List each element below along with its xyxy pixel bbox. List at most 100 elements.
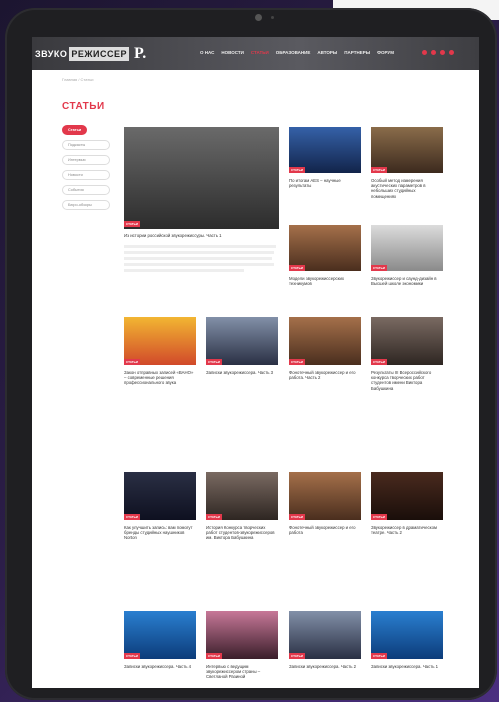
- article-title[interactable]: Фонотечный звукорежиссер и его работа: [289, 525, 359, 535]
- article-excerpt-line: [124, 245, 276, 248]
- article-thumbnail[interactable]: [206, 611, 278, 659]
- article-title[interactable]: Фонотечный звукорежиссер и его работа. Ч…: [289, 370, 359, 380]
- article-title[interactable]: Записки звукорежиссера. Часть 4: [124, 664, 194, 669]
- article-title[interactable]: Закон отправных записей «ВАНО» – совреме…: [124, 370, 194, 386]
- article-tag: СТАТЬИ: [124, 514, 140, 520]
- article-excerpt-line: [124, 257, 272, 260]
- breadcrumb[interactable]: Главная / Статьи: [62, 77, 94, 82]
- nav-forum[interactable]: ФОРУМ: [377, 50, 394, 55]
- article-card[interactable]: СТАТЬИ Звукорежиссер и саунд-дизайн в Вы…: [371, 225, 443, 305]
- search-icon[interactable]: [449, 50, 454, 55]
- featured-article-card[interactable]: СТАТЬИ Из истории российской звукорежисс…: [124, 127, 279, 287]
- article-thumbnail[interactable]: [289, 472, 361, 520]
- website-screen: ЗВУКО РЕЖИССЕР P. О НАС НОВОСТИ СТАТЬИ ОБ…: [32, 37, 479, 688]
- article-tag: СТАТЬИ: [371, 359, 387, 365]
- article-title[interactable]: Записки звукорежиссера. Часть 1: [371, 664, 441, 669]
- article-tag: СТАТЬИ: [206, 514, 222, 520]
- article-card[interactable]: СТАТЬИ Закон отправных записей «ВАНО» – …: [124, 317, 196, 457]
- article-tag: СТАТЬИ: [289, 359, 305, 365]
- camera-icon: [255, 14, 262, 21]
- article-card[interactable]: СТАТЬИ Записки звукорежиссера. Часть 1: [371, 611, 443, 688]
- article-tag: СТАТЬИ: [289, 653, 305, 659]
- article-title[interactable]: Звукорежиссер в драматическом театре. Ча…: [371, 525, 441, 535]
- article-tag: СТАТЬИ: [206, 359, 222, 365]
- article-tag: СТАТЬИ: [289, 167, 305, 173]
- article-tag: СТАТЬИ: [371, 265, 387, 271]
- article-title[interactable]: Как улучшить запись: вам помогут бренды …: [124, 525, 194, 541]
- logo-text: ЗВУКО: [35, 49, 68, 59]
- article-tag: СТАТЬИ: [371, 653, 387, 659]
- filter-articles[interactable]: Статьи: [62, 125, 87, 135]
- header-social-icons: [422, 50, 454, 55]
- site-logo[interactable]: ЗВУКО РЕЖИССЕР: [35, 47, 130, 61]
- article-tag: СТАТЬИ: [124, 221, 140, 227]
- article-thumbnail[interactable]: [289, 611, 361, 659]
- nav-education[interactable]: ОБРАЗОВАНИЕ: [276, 50, 311, 55]
- logo-highlight: РЕЖИССЕР: [69, 47, 130, 61]
- article-card[interactable]: СТАТЬИ Записки звукорежиссера. Часть 2: [289, 611, 361, 688]
- article-thumbnail[interactable]: [371, 317, 443, 365]
- article-card[interactable]: СТАТЬИ Записки звукорежиссера. Часть 3: [206, 317, 278, 457]
- article-card[interactable]: СТАТЬИ Фонотечный звукорежиссер и его ра…: [289, 472, 361, 602]
- article-title[interactable]: Интервью с ведущим звукорежиссером стран…: [206, 664, 276, 680]
- article-card[interactable]: СТАТЬИ Фонотечный звукорежиссер и его ра…: [289, 317, 361, 457]
- article-tag: СТАТЬИ: [124, 653, 140, 659]
- page-title: СТАТЬИ: [62, 101, 105, 112]
- article-thumbnail[interactable]: [206, 317, 278, 365]
- article-thumbnail[interactable]: [289, 317, 361, 365]
- article-title[interactable]: История Конкурса творческих работ студен…: [206, 525, 276, 541]
- article-thumbnail[interactable]: [206, 472, 278, 520]
- article-card[interactable]: СТАТЬИ История Конкурса творческих работ…: [206, 472, 278, 602]
- article-excerpt-line: [124, 269, 244, 272]
- filter-podcasts[interactable]: Подкасты: [62, 140, 110, 150]
- article-tag: СТАТЬИ: [289, 265, 305, 271]
- article-card[interactable]: СТАТЬИ По итогам AES – научные результат…: [289, 127, 361, 217]
- category-sidebar: Статьи Подкасты Интервью Новости События…: [62, 125, 110, 215]
- social-icon[interactable]: [431, 50, 436, 55]
- article-tag: СТАТЬИ: [371, 167, 387, 173]
- article-title[interactable]: Результаты III Всероссийского конкурса т…: [371, 370, 441, 391]
- nav-news[interactable]: НОВОСТИ: [221, 50, 244, 55]
- article-tag: СТАТЬИ: [124, 359, 140, 365]
- article-thumbnail[interactable]: [124, 317, 196, 365]
- nav-articles[interactable]: СТАТЬИ: [251, 50, 269, 55]
- article-card[interactable]: СТАТЬИ Звукорежиссер в драматическом теа…: [371, 472, 443, 602]
- article-tag: СТАТЬИ: [371, 514, 387, 520]
- article-tag: СТАТЬИ: [206, 653, 222, 659]
- article-thumbnail[interactable]: [124, 472, 196, 520]
- article-card[interactable]: СТАТЬИ Записки звукорежиссера. Часть 4: [124, 611, 196, 688]
- article-title[interactable]: Записки звукорежиссера. Часть 3: [206, 370, 276, 375]
- publisher-logo[interactable]: P.: [134, 45, 146, 63]
- filter-events[interactable]: События: [62, 185, 110, 195]
- filter-news[interactable]: Новости: [62, 170, 110, 180]
- article-thumbnail[interactable]: [371, 611, 443, 659]
- sensor-icon: [271, 16, 274, 19]
- article-tag: СТАТЬИ: [289, 514, 305, 520]
- article-card[interactable]: СТАТЬИ Модели звукорежиссерских техникум…: [289, 225, 361, 305]
- article-title[interactable]: Записки звукорежиссера. Часть 2: [289, 664, 359, 669]
- article-title[interactable]: Модели звукорежиссерских техникумов: [289, 276, 359, 286]
- article-excerpt-line: [124, 263, 274, 266]
- filter-interviews[interactable]: Интервью: [62, 155, 110, 165]
- social-icon[interactable]: [422, 50, 427, 55]
- site-header: ЗВУКО РЕЖИССЕР P. О НАС НОВОСТИ СТАТЬИ ОБ…: [32, 37, 479, 70]
- article-thumbnail[interactable]: [124, 611, 196, 659]
- article-title[interactable]: По итогам AES – научные результаты: [289, 178, 359, 188]
- nav-about[interactable]: О НАС: [200, 50, 214, 55]
- nav-authors[interactable]: АВТОРЫ: [317, 50, 337, 55]
- article-card[interactable]: СТАТЬИ Интервью с ведущим звукорежиссеро…: [206, 611, 278, 688]
- tablet-frame: ЗВУКО РЕЖИССЕР P. О НАС НОВОСТИ СТАТЬИ ОБ…: [5, 8, 497, 700]
- social-icon[interactable]: [440, 50, 445, 55]
- filter-reviews[interactable]: Бюро-обзоры: [62, 200, 110, 210]
- article-card[interactable]: СТАТЬИ Как улучшить запись: вам помогут …: [124, 472, 196, 602]
- article-card[interactable]: СТАТЬИ Результаты III Всероссийского кон…: [371, 317, 443, 467]
- article-thumbnail[interactable]: [371, 472, 443, 520]
- article-title[interactable]: Из истории российской звукорежиссуры. Ча…: [124, 233, 274, 238]
- article-card[interactable]: СТАТЬИ Особый метод измерения акустическ…: [371, 127, 443, 217]
- article-title[interactable]: Особый метод измерения акустических пара…: [371, 178, 441, 199]
- article-title[interactable]: Звукорежиссер и саунд-дизайн в Высшей шк…: [371, 276, 441, 286]
- article-thumbnail[interactable]: [124, 127, 279, 229]
- article-excerpt-line: [124, 251, 274, 254]
- nav-partners[interactable]: ПАРТНЕРЫ: [344, 50, 370, 55]
- main-nav: О НАС НОВОСТИ СТАТЬИ ОБРАЗОВАНИЕ АВТОРЫ …: [200, 50, 394, 55]
